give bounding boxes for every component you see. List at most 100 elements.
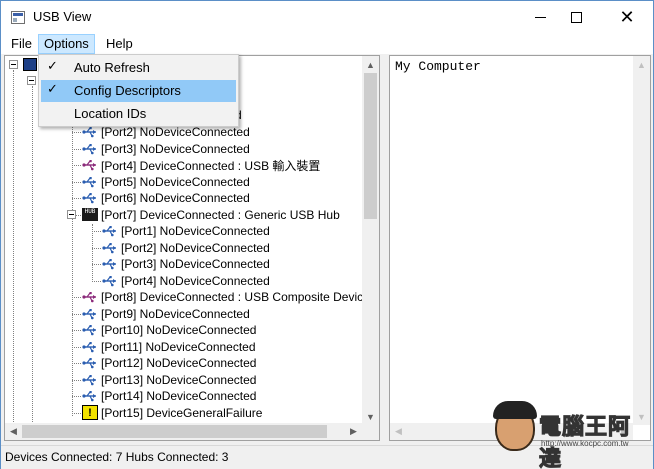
hub-expander[interactable]	[67, 209, 76, 219]
details-vertical-scrollbar[interactable]: ▲ ▼	[633, 56, 650, 425]
tree-line	[72, 313, 81, 315]
tree-row-label: [Port8] DeviceConnected : USB Composite …	[101, 290, 370, 304]
tree-row[interactable]: [Port11] NoDeviceConnected	[82, 339, 256, 355]
scroll-left-icon[interactable]: ◀	[5, 423, 22, 440]
usb-icon	[82, 357, 98, 369]
watermark-url: http://www.kocpc.com.tw	[541, 439, 629, 448]
root-expander[interactable]	[9, 60, 18, 69]
usb-icon	[82, 308, 98, 320]
scroll-thumb[interactable]	[364, 73, 377, 219]
usb-icon	[82, 143, 98, 155]
tree-row-label: [Port13] NoDeviceConnected	[101, 372, 257, 387]
title-bar: USB View ✕	[1, 1, 653, 33]
usb-icon	[82, 176, 98, 188]
usb-icon	[102, 242, 118, 254]
tree-row-label: [Port9] NoDeviceConnected	[101, 306, 250, 321]
tree-row-label: [Port1] NoDeviceConnected	[121, 224, 270, 238]
menu-help[interactable]: Help	[100, 34, 139, 54]
tree-line	[72, 181, 81, 183]
tree-line	[92, 231, 101, 232]
tree-row-label: [Port12] NoDeviceConnected	[101, 356, 257, 370]
scroll-up-icon[interactable]: ▲	[633, 56, 650, 73]
app-icon	[11, 11, 25, 24]
tree-row[interactable]: [Port4] DeviceConnected : USB 輸入裝置	[82, 157, 320, 173]
status-text: Devices Connected: 7 Hubs Connected: 3	[5, 450, 229, 464]
tree-line	[72, 363, 81, 364]
scroll-left-icon[interactable]: ◀	[390, 423, 407, 440]
details-text: My Computer	[395, 59, 481, 74]
tree-line	[92, 264, 101, 265]
tree-row[interactable]: [Port8] DeviceConnected : USB Composite …	[82, 289, 370, 305]
usb-icon	[82, 341, 98, 353]
tree-row[interactable]: ! [Port15] DeviceGeneralFailure	[82, 405, 262, 421]
usb-icon	[82, 324, 98, 336]
controller-expander[interactable]	[27, 76, 36, 85]
window-title: USB View	[33, 9, 92, 24]
tree-row[interactable]: [Port6] NoDeviceConnected	[82, 190, 250, 206]
usb-icon	[102, 225, 118, 237]
tree-row-label: [Port7] DeviceConnected : Generic USB Hu…	[101, 207, 340, 222]
menu-item-location-ids[interactable]: Location IDs	[41, 103, 236, 125]
menu-item-label: Auto Refresh	[74, 60, 150, 75]
menu-options[interactable]: Options	[38, 34, 95, 54]
mascot-hair	[493, 401, 537, 419]
close-button[interactable]: ✕	[604, 1, 650, 33]
scroll-right-icon[interactable]: ▶	[345, 423, 362, 440]
options-dropdown-menu: ✓ Auto Refresh ✓ Config Descriptors Loca…	[38, 54, 239, 127]
tree-row[interactable]: [Port12] NoDeviceConnected	[82, 355, 256, 371]
tree-row[interactable]: [Port13] NoDeviceConnected	[82, 372, 256, 388]
scroll-corner	[362, 423, 379, 440]
tree-row[interactable]: [Port1] NoDeviceConnected	[102, 223, 270, 239]
usb-icon	[82, 192, 98, 204]
tree-row[interactable]: [Port9] NoDeviceConnected	[82, 306, 250, 322]
menu-item-config-descriptors[interactable]: ✓ Config Descriptors	[41, 80, 236, 102]
details-pane[interactable]: My Computer ▲ ▼ ◀ ▶	[389, 55, 651, 441]
tree-row-label: [Port5] NoDeviceConnected	[101, 174, 250, 189]
hub-icon: HUB	[82, 208, 98, 221]
tree-row-label: [Port15] DeviceGeneralFailure	[101, 405, 263, 420]
tree-line	[72, 198, 81, 199]
scroll-up-icon[interactable]: ▲	[362, 56, 379, 73]
tree-row[interactable]: HUB [Port7] DeviceConnected : Generic USB…	[82, 207, 340, 223]
tree-line	[72, 96, 73, 416]
menu-item-label: Location IDs	[74, 106, 147, 121]
tree-row-label: [Port11] NoDeviceConnected	[101, 339, 256, 354]
tree-vertical-scrollbar[interactable]: ▲ ▼	[362, 56, 379, 425]
watermark-logo: 電腦王阿達 http://www.kocpc.com.tw	[491, 399, 651, 469]
scroll-thumb-horizontal[interactable]	[22, 425, 327, 438]
checkmark-icon: ✓	[47, 81, 58, 96]
tree-row[interactable]: [Port3] NoDeviceConnected	[82, 141, 250, 157]
tree-line	[72, 148, 81, 150]
tree-row-label: [Port10] NoDeviceConnected	[101, 323, 257, 337]
tree-line	[92, 247, 101, 249]
maximize-button[interactable]	[553, 1, 599, 33]
tree-line	[72, 165, 81, 166]
tree-line	[72, 132, 81, 133]
tree-row[interactable]: [Port14] NoDeviceConnected	[82, 388, 256, 404]
tree-row[interactable]: [Port10] NoDeviceConnected	[82, 322, 256, 338]
tree-row-label: [Port2] NoDeviceConnected	[121, 240, 270, 255]
usb-device-icon	[82, 291, 98, 304]
menu-file[interactable]: File	[5, 34, 38, 54]
tree-row[interactable]: [Port5] NoDeviceConnected	[82, 174, 250, 190]
tree-horizontal-scrollbar[interactable]: ◀ ▶	[5, 423, 362, 440]
tree-row[interactable]: [Port2] NoDeviceConnected	[102, 240, 270, 256]
tree-row[interactable]: [Port3] NoDeviceConnected	[102, 256, 270, 272]
usb-icon	[102, 258, 118, 270]
pane-splitter[interactable]	[381, 55, 388, 441]
tree-line	[72, 297, 81, 298]
tree-line	[72, 330, 81, 331]
tree-line	[13, 70, 14, 430]
tree-row-label: [Port14] NoDeviceConnected	[101, 389, 257, 403]
tree-line	[32, 86, 33, 426]
tree-row-label: [Port2] NoDeviceConnected	[101, 125, 250, 139]
usb-icon	[82, 126, 98, 138]
tree-line	[72, 396, 81, 397]
tree-row[interactable]: [Port4] NoDeviceConnected	[102, 273, 270, 289]
tree-row-label: [Port3] NoDeviceConnected	[121, 257, 270, 271]
tree-row-label: [Port6] NoDeviceConnected	[101, 191, 250, 205]
failure-icon: !	[82, 405, 98, 420]
menu-item-auto-refresh[interactable]: ✓ Auto Refresh	[41, 57, 236, 79]
tree-line	[92, 280, 101, 282]
usb-icon	[82, 374, 98, 386]
